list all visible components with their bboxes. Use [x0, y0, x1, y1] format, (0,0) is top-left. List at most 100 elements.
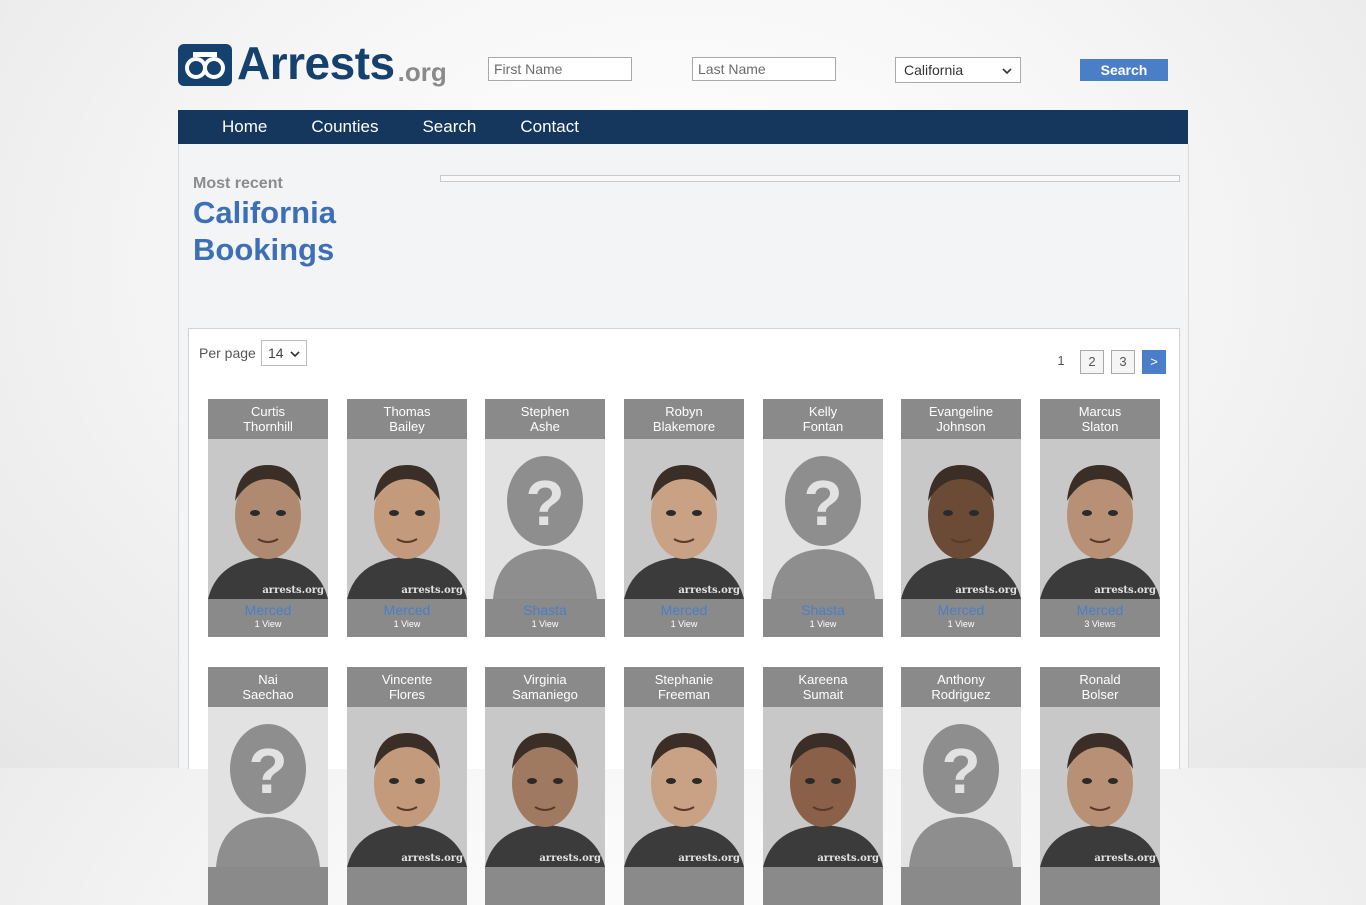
booking-county-link[interactable]: Merced	[1040, 602, 1160, 618]
booking-card[interactable]: Vincente Flores arrests.org	[347, 667, 467, 905]
mugshot-photo[interactable]: arrests.org	[347, 439, 467, 599]
first-name-input[interactable]	[488, 57, 632, 81]
booking-last-name: Rodriguez	[931, 687, 991, 702]
state-select-value: California	[904, 62, 964, 78]
nav-contact[interactable]: Contact	[520, 117, 579, 137]
booking-county-link[interactable]: Merced	[901, 602, 1021, 618]
per-page-select[interactable]: 14	[261, 340, 307, 366]
booking-first-name: Robyn	[665, 404, 703, 419]
booking-last-name: Johnson	[936, 419, 986, 434]
mugshot-photo[interactable]: arrests.org	[901, 439, 1021, 599]
booking-name[interactable]: Kelly Fontan	[763, 399, 883, 439]
booking-card[interactable]: Anthony Rodriguez?	[901, 667, 1021, 905]
booking-first-name: Anthony	[937, 672, 985, 687]
no-photo-placeholder-icon[interactable]: ?	[901, 707, 1021, 867]
photo-watermark: arrests.org	[401, 585, 463, 596]
ad-banner-area	[440, 175, 1180, 182]
booking-card[interactable]: Ronald Bolser arrests.org	[1040, 667, 1160, 905]
next-page-button[interactable]: >	[1142, 350, 1166, 374]
booking-view-count: 1 View	[531, 619, 559, 629]
booking-name[interactable]: Curtis Thornhill	[208, 399, 328, 439]
booking-last-name: Slaton	[1081, 419, 1119, 434]
booking-card[interactable]: Kelly Fontan? Shasta 1 View	[763, 399, 883, 637]
booking-county-link[interactable]: Merced	[347, 602, 467, 618]
bookings-panel: Per page 14 1 2 3 > Curtis Thornhill arres…	[188, 328, 1180, 905]
page-title-line1: California	[193, 195, 336, 230]
svg-text:?: ?	[248, 735, 287, 807]
booking-last-name: Saechao	[242, 687, 294, 702]
mugshot-photo[interactable]: arrests.org	[763, 707, 883, 867]
booking-view-count: 1 View	[393, 619, 421, 629]
photo-watermark: arrests.org	[539, 853, 601, 864]
page-2-link[interactable]: 2	[1080, 350, 1104, 374]
mugshot-photo[interactable]: arrests.org	[1040, 439, 1160, 599]
booking-last-name: Bolser	[1081, 687, 1119, 702]
booking-last-name: Ashe	[530, 419, 560, 434]
booking-name[interactable]: Robyn Blakemore	[624, 399, 744, 439]
booking-name[interactable]: Vincente Flores	[347, 667, 467, 707]
booking-name[interactable]: Evangeline Johnson	[901, 399, 1021, 439]
booking-first-name: Vincente	[381, 672, 433, 687]
mugshot-photo[interactable]: arrests.org	[347, 707, 467, 867]
page-title: California Bookings	[193, 194, 413, 268]
booking-first-name: Kareena	[798, 672, 848, 687]
state-select[interactable]: California	[895, 57, 1021, 83]
mugshot-photo[interactable]: arrests.org	[624, 439, 744, 599]
booking-name[interactable]: Marcus Slaton	[1040, 399, 1160, 439]
booking-county-link[interactable]: Merced	[624, 602, 744, 618]
booking-name[interactable]: Kareena Sumait	[763, 667, 883, 707]
no-photo-placeholder-icon[interactable]: ?	[763, 439, 883, 599]
no-photo-placeholder-icon[interactable]: ?	[485, 439, 605, 599]
booking-name[interactable]: Ronald Bolser	[1040, 667, 1160, 707]
page-title-line2: Bookings	[193, 232, 335, 267]
svg-text:?: ?	[525, 467, 564, 539]
booking-name[interactable]: Anthony Rodriguez	[901, 667, 1021, 707]
nav-counties[interactable]: Counties	[311, 117, 378, 137]
booking-name[interactable]: Stephen Ashe	[485, 399, 605, 439]
booking-card[interactable]: Thomas Bailey arrests.org Merced 1 View	[347, 399, 467, 637]
booking-name[interactable]: Thomas Bailey	[347, 399, 467, 439]
mugshot-photo[interactable]: arrests.org	[624, 707, 744, 867]
booking-last-name: Blakemore	[652, 419, 716, 434]
booking-card[interactable]: Stephen Ashe? Shasta 1 View	[485, 399, 605, 637]
booking-view-count: 1 View	[947, 619, 975, 629]
booking-first-name: Marcus	[1078, 404, 1122, 419]
site-logo[interactable]: Arrests .org	[178, 36, 447, 86]
booking-name[interactable]: Nai Saechao	[208, 667, 328, 707]
booking-card[interactable]: Curtis Thornhill arrests.org Merced 1 View	[208, 399, 328, 637]
booking-last-name: Fontan	[802, 419, 844, 434]
booking-county-link[interactable]: Shasta	[763, 602, 883, 618]
booking-first-name: Stephen	[520, 404, 570, 419]
mugshot-photo[interactable]: arrests.org	[1040, 707, 1160, 867]
page-3-link[interactable]: 3	[1111, 350, 1135, 374]
logo-wordmark: Arrests	[237, 37, 395, 89]
booking-card[interactable]: Stephanie Freeman arrests.org	[624, 667, 744, 905]
search-button[interactable]: Search	[1080, 59, 1168, 81]
booking-card[interactable]: Kareena Sumait arrests.org	[763, 667, 883, 905]
booking-name[interactable]: Virginia Samaniego	[485, 667, 605, 707]
nav-home[interactable]: Home	[222, 117, 267, 137]
photo-watermark: arrests.org	[955, 585, 1017, 596]
booking-view-count: 3 Views	[1084, 619, 1116, 629]
booking-card[interactable]: Nai Saechao?	[208, 667, 328, 905]
booking-last-name: Samaniego	[512, 687, 578, 702]
nav-search[interactable]: Search	[422, 117, 476, 137]
booking-county-link[interactable]: Merced	[208, 602, 328, 618]
booking-card[interactable]: Evangeline Johnson arrests.org Merced 1 View	[901, 399, 1021, 637]
photo-watermark: arrests.org	[1094, 853, 1156, 864]
booking-name[interactable]: Stephanie Freeman	[624, 667, 744, 707]
booking-card[interactable]: Marcus Slaton arrests.org Merced 3 Views	[1040, 399, 1160, 637]
booking-county-link[interactable]: Shasta	[485, 602, 605, 618]
mugshot-photo[interactable]: arrests.org	[485, 707, 605, 867]
booking-first-name: Kelly	[808, 404, 838, 419]
booking-card[interactable]: Robyn Blakemore arrests.org Merced 1 View	[624, 399, 744, 637]
booking-card[interactable]: Virginia Samaniego arrests.org	[485, 667, 605, 905]
booking-view-count: 1 View	[254, 619, 282, 629]
last-name-input[interactable]	[692, 57, 836, 81]
mugshot-photo[interactable]: arrests.org	[208, 439, 328, 599]
booking-first-name: Nai	[258, 672, 278, 687]
booking-first-name: Curtis	[251, 404, 285, 419]
no-photo-placeholder-icon[interactable]: ?	[208, 707, 328, 867]
photo-watermark: arrests.org	[678, 585, 740, 596]
svg-text:?: ?	[941, 735, 980, 807]
